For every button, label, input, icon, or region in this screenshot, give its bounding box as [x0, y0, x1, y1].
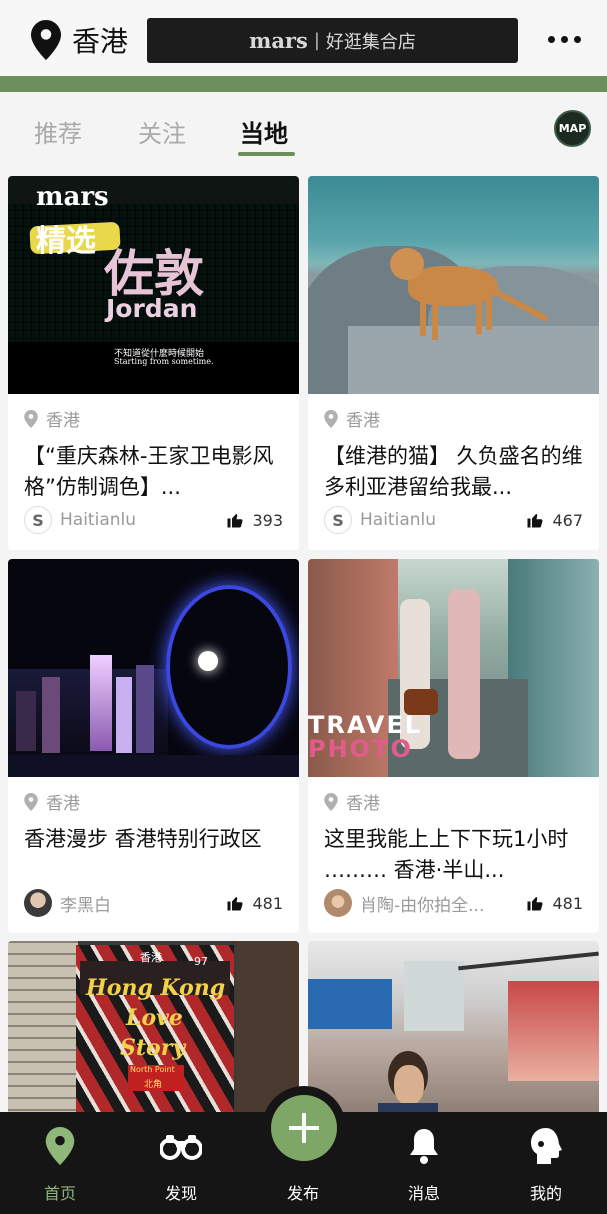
- location-pin-icon: [45, 1127, 75, 1165]
- nav-discover[interactable]: 发现: [141, 1124, 221, 1204]
- map-button[interactable]: MAP: [554, 110, 591, 147]
- mars-logo-text: mars: [36, 182, 109, 212]
- post-title: 这里我能上上下下玩1小时 ……… 香港·半山...: [324, 827, 569, 882]
- like-count[interactable]: 393: [226, 511, 283, 530]
- like-count[interactable]: 481: [226, 894, 283, 913]
- author-avatar: [24, 889, 52, 917]
- author-avatar: S: [24, 506, 52, 534]
- post-image-ferris-wheel: [8, 559, 299, 777]
- thumbs-up-icon: [227, 514, 243, 528]
- location-label: 香港: [72, 25, 129, 58]
- nav-home[interactable]: 首页: [20, 1124, 100, 1204]
- location-pin-icon: [324, 409, 338, 428]
- location-pin-icon: [324, 792, 338, 811]
- thumbs-up-icon: [527, 897, 543, 911]
- post-author[interactable]: S Haitianlu: [24, 506, 136, 534]
- post-title: 【“重庆森林-王家卫电影风格”仿制调色】...: [24, 444, 274, 499]
- tram-destination: North Point: [130, 1065, 175, 1074]
- post-title: 【维港的猫】 久负盛名的维多利亚港留给我最...: [324, 444, 583, 499]
- post-image-street: [308, 941, 599, 1121]
- top-header: 香港 mars | 好逛集合店: [0, 0, 607, 78]
- hong-kong-text: Hong Kong: [86, 975, 226, 1001]
- thumbs-up-icon: [527, 514, 543, 528]
- mars-banner[interactable]: mars | 好逛集合店: [147, 18, 518, 63]
- post-location: 香港: [324, 789, 583, 814]
- caption-en: Starting from sometime.: [114, 357, 214, 366]
- tab-recommend[interactable]: 推荐: [34, 114, 82, 149]
- author-avatar: [324, 889, 352, 917]
- nav-discover-label: 发现: [164, 1184, 197, 1203]
- header-accent-bar: [0, 76, 607, 92]
- profile-head-icon: [531, 1128, 562, 1164]
- nav-profile[interactable]: 我的: [506, 1124, 586, 1204]
- bell-icon: [410, 1129, 438, 1164]
- nav-messages[interactable]: 消息: [384, 1124, 464, 1204]
- post-location: 香港: [24, 789, 283, 814]
- story-text: Story: [120, 1035, 186, 1061]
- post-author[interactable]: 李黑白: [24, 889, 111, 917]
- post-author[interactable]: 肖陶-由你拍全...: [324, 889, 484, 917]
- nav-messages-label: 消息: [407, 1184, 440, 1203]
- thumbs-up-icon: [227, 897, 243, 911]
- tab-active-indicator: [238, 152, 295, 156]
- tram-number: 97: [194, 955, 208, 968]
- post-image-escalator: TRAVEL PHOTO: [308, 559, 599, 777]
- banner-separator: |: [313, 30, 320, 51]
- tram-top-text: 香港: [140, 951, 162, 964]
- author-name: Haitianlu: [60, 510, 137, 530]
- location-pin-icon: [24, 792, 38, 811]
- love-text: Love: [126, 1005, 183, 1031]
- banner-subtitle: 好逛集合店: [325, 31, 416, 53]
- location-pin-icon: [24, 409, 38, 428]
- post-author[interactable]: S Haitianlu: [324, 506, 436, 534]
- binoculars-icon: [160, 1135, 202, 1160]
- post-card[interactable]: [308, 941, 599, 1121]
- nav-publish-label: 发布: [286, 1184, 319, 1203]
- publish-fab-button[interactable]: [271, 1095, 337, 1161]
- post-card[interactable]: TRAVEL PHOTO 香港 这里我能上上下下玩1小时 ……… 香港·半山..…: [308, 559, 599, 933]
- tab-follow[interactable]: 关注: [138, 114, 186, 149]
- author-avatar: S: [324, 506, 352, 534]
- tram-destination-cn: 北角: [144, 1080, 163, 1090]
- like-count[interactable]: 467: [526, 511, 583, 530]
- author-name: Haitianlu: [360, 510, 437, 530]
- post-card[interactable]: 香港 香港漫步 香港特别行政区 李黑白 481: [8, 559, 299, 933]
- post-location-label: 香港: [46, 411, 80, 431]
- like-count-value: 481: [252, 893, 283, 913]
- location-selector[interactable]: 香港: [30, 20, 128, 60]
- post-card[interactable]: mars 精选 佐敦 Jordan 不知道從什麼時候開始 Starting fr…: [8, 176, 299, 550]
- location-pin-icon: [31, 20, 61, 60]
- like-count-value: 467: [552, 510, 583, 530]
- post-image-jordan: mars 精选 佐敦 Jordan 不知道從什麼時候開始 Starting fr…: [8, 176, 299, 394]
- jingxuan-text: 精选: [36, 224, 96, 259]
- tab-local[interactable]: 当地: [240, 114, 288, 149]
- post-title: 香港漫步 香港特别行政区: [24, 827, 262, 851]
- post-location: 香港: [24, 406, 283, 431]
- feed-tabs: 推荐 关注 当地: [0, 92, 607, 164]
- more-icon[interactable]: [548, 36, 581, 43]
- post-card[interactable]: 香港 【维港的猫】 久负盛名的维多利亚港留给我最... S Haitianlu …: [308, 176, 599, 550]
- banner-brand: mars: [249, 28, 308, 53]
- post-image-tram: 香港 97 Hong Kong Love Story North Point 北…: [8, 941, 299, 1121]
- post-card[interactable]: 香港 97 Hong Kong Love Story North Point 北…: [8, 941, 299, 1121]
- like-count[interactable]: 481: [526, 894, 583, 913]
- plus-icon: [289, 1113, 319, 1143]
- author-name: 肖陶-由你拍全...: [360, 895, 485, 916]
- nav-home-label: 首页: [43, 1184, 76, 1203]
- like-count-value: 481: [552, 893, 583, 913]
- post-location-label: 香港: [346, 411, 380, 431]
- like-count-value: 393: [252, 510, 283, 530]
- post-image-cat: [308, 176, 599, 394]
- jordan-text: Jordan: [106, 294, 198, 323]
- photo-text: PHOTO: [308, 735, 413, 763]
- post-location-label: 香港: [46, 794, 80, 814]
- post-location-label: 香港: [346, 794, 380, 814]
- author-name: 李黑白: [60, 895, 111, 916]
- post-location: 香港: [324, 406, 583, 431]
- nav-profile-label: 我的: [529, 1184, 562, 1203]
